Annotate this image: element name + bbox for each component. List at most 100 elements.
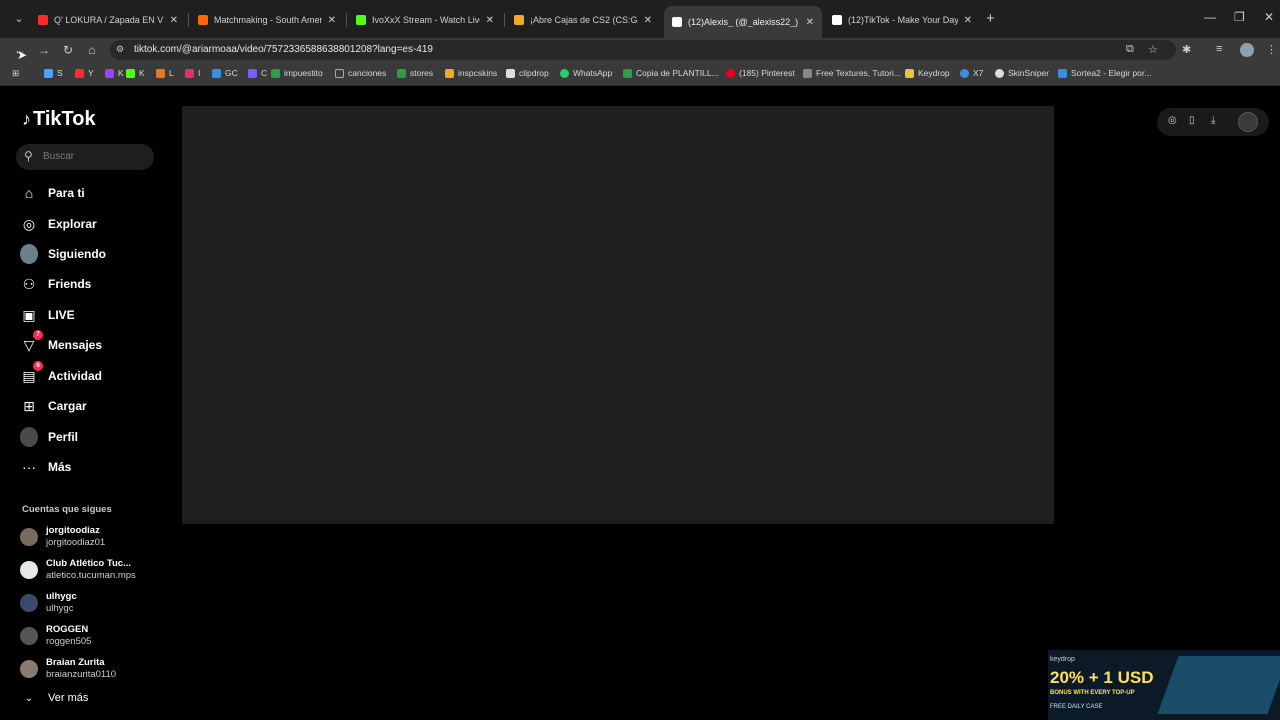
home-icon[interactable]: ⌂ [84, 42, 100, 58]
activity-icon: ▤ 6 [20, 361, 43, 385]
tab-search-icon[interactable]: ⌄ [10, 10, 28, 28]
bookmark[interactable]: C [248, 68, 267, 78]
bookmark-favicon [397, 68, 406, 78]
nav-perfil[interactable]: Perfil [20, 426, 78, 448]
nav-explorar[interactable]: ◎ Explorar [20, 213, 97, 235]
profile-avatar[interactable] [1240, 43, 1254, 57]
youtube-icon [38, 15, 48, 25]
see-more-button[interactable]: ⌄ Ver más [20, 692, 89, 704]
bookmark-favicon [623, 68, 632, 78]
url-text[interactable]: tiktok.com/@ariarmoaa/video/757233658863… [134, 44, 433, 55]
browser-tab[interactable]: Matchmaking - South America ✕ [190, 8, 344, 32]
nav-siguiendo[interactable]: Siguiendo [20, 243, 106, 265]
browser-tab[interactable]: ¡Abre Cajas de CS2 (CS:GO), Ga ✕ [506, 8, 660, 32]
nav-friends[interactable]: ⚇ Friends [20, 273, 92, 295]
ad-banner[interactable]: keydrop 20% + 1 USD BONUS WITH EVERY TOP… [1048, 650, 1280, 720]
install-app-icon[interactable]: ⧉ [1126, 43, 1134, 56]
tiktok-icon [672, 17, 682, 27]
browser-tab[interactable]: IvoXxX Stream - Watch Live on ✕ [348, 8, 502, 32]
bookmark-folder[interactable]: canciones [335, 68, 386, 78]
bookmark[interactable]: impuestito [271, 68, 323, 78]
following-heading: Cuentas que sigues [22, 504, 112, 515]
bookmark[interactable]: Sortea2 - Elegir por... [1058, 68, 1151, 78]
close-icon[interactable]: ✕ [328, 15, 336, 26]
tiktok-logo-icon: ♪ [22, 109, 31, 129]
coins-icon[interactable]: ◎ [1168, 115, 1177, 126]
bookmark[interactable]: Copia de PLANTILL... [623, 68, 719, 78]
bookmark[interactable]: clipdrop [506, 68, 549, 78]
menu-icon[interactable]: ⋮ [1266, 43, 1277, 56]
bookmark[interactable]: SkinSniper [995, 68, 1049, 78]
followed-account[interactable]: ulhygc ulhygc [20, 589, 77, 617]
bookmark[interactable]: stores [397, 68, 433, 78]
reload-icon[interactable]: ↻ [60, 42, 76, 58]
close-icon[interactable]: ✕ [170, 15, 178, 26]
chevron-down-icon: ⌄ [24, 692, 34, 704]
bookmark[interactable]: S [44, 68, 63, 78]
browser-tab[interactable]: (12)TikTok - Make Your Day ✕ [824, 8, 980, 32]
avatar [20, 561, 38, 579]
bookmark[interactable]: Free Textures, Tutori... [803, 68, 901, 78]
minimize-icon[interactable]: — [1204, 10, 1216, 24]
bookmark-star-icon[interactable]: ☆ [1148, 43, 1158, 56]
browser-tab[interactable]: Q' LOKURA / Zapada EN VIVO ✕ [30, 8, 186, 32]
keydrop-icon [514, 15, 524, 25]
bookmark[interactable]: K [105, 68, 124, 78]
bookmark-favicon [126, 68, 135, 78]
followed-account[interactable]: Braian Zurita braianzurita0110 [20, 655, 116, 683]
top-right-toolbar: ◎ ▯ ⤓ [1157, 108, 1269, 136]
download-icon[interactable]: ⤓ [1211, 115, 1215, 126]
avatar[interactable] [1238, 112, 1258, 132]
tab-separator [346, 13, 347, 27]
close-icon[interactable]: ✕ [486, 15, 494, 26]
extensions-icon[interactable]: ✱ [1182, 43, 1191, 56]
bookmark-favicon [212, 68, 221, 78]
search-input[interactable]: ⚲ Buscar [16, 144, 154, 170]
bookmark[interactable]: GC [212, 68, 238, 78]
bookmark[interactable]: Keydrop [905, 68, 950, 78]
browser-tab-active[interactable]: (12)Alexis_ (@_alexiss22_) | Tik ✕ [664, 6, 822, 38]
notification-badge: 7 [33, 330, 43, 340]
tiktok-page: ♪ TikTok ⚲ Buscar ⌂ Para ti ◎ Explorar S… [0, 86, 1280, 720]
nav-mas[interactable]: ··· Más [20, 456, 71, 478]
nav-live[interactable]: ▣ LIVE [20, 304, 74, 326]
avatar [20, 594, 38, 612]
close-icon[interactable]: ✕ [806, 17, 814, 28]
ad-graphic [1157, 656, 1280, 714]
followed-account[interactable]: ROGGEN roggen505 [20, 622, 91, 650]
bookmark[interactable]: X7 [960, 68, 983, 78]
close-window-icon[interactable]: ✕ [1264, 10, 1274, 24]
forward-icon[interactable]: → [36, 42, 52, 58]
bookmark-favicon [445, 68, 454, 78]
bookmark[interactable]: inspcskins [445, 68, 497, 78]
followed-account[interactable]: Club Atlético Tuc... atletico.tucuman.mps [20, 556, 136, 584]
nav-actividad[interactable]: ▤ 6 Actividad [20, 361, 102, 387]
avatar [20, 528, 38, 546]
nav-para-ti[interactable]: ⌂ Para ti [20, 182, 85, 204]
more-icon: ··· [22, 459, 36, 475]
nav-mensajes[interactable]: ▽ 7 Mensajes [20, 330, 102, 356]
close-icon[interactable]: ✕ [964, 15, 972, 26]
bookmark[interactable]: WhatsApp [560, 68, 612, 78]
tiktok-logo[interactable]: ♪ TikTok [22, 108, 96, 131]
video-player[interactable] [182, 106, 1054, 524]
close-icon[interactable]: ✕ [644, 15, 652, 26]
notification-badge: 6 [33, 361, 43, 371]
address-bar[interactable]: ⚙ tiktok.com/@ariarmoaa/video/7572336588… [110, 40, 1176, 60]
restore-icon[interactable]: ❐ [1234, 10, 1245, 24]
new-tab-icon[interactable]: + [986, 10, 995, 27]
tab-separator [188, 13, 189, 27]
tab-strip: ⌄ Q' LOKURA / Zapada EN VIVO ✕ Matchmaki… [0, 0, 1280, 38]
nav-cargar[interactable]: ⊞ Cargar [20, 395, 87, 417]
followed-account[interactable]: jorgitoodiaz jorgitoodiaz01 [20, 523, 105, 551]
phone-icon[interactable]: ▯ [1189, 115, 1195, 126]
bookmark[interactable]: I [185, 68, 200, 78]
bookmark[interactable]: L [156, 68, 174, 78]
bookmark[interactable]: (185) Pinterest [726, 68, 795, 78]
media-icon[interactable]: ≡ [1216, 43, 1222, 55]
site-info-icon[interactable]: ⚙ [116, 44, 124, 55]
apps-icon[interactable]: ⊞ [12, 68, 19, 79]
search-icon: ⚲ [24, 149, 33, 163]
bookmark[interactable]: K [126, 68, 145, 78]
bookmark[interactable]: Y [75, 68, 94, 78]
